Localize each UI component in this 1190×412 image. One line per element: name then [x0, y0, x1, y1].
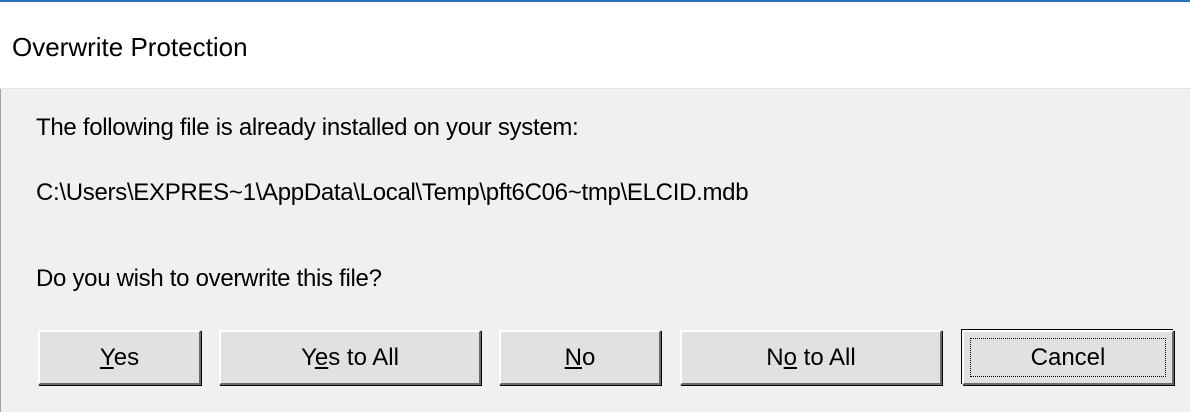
no-button-label: No — [565, 344, 596, 372]
overwrite-question: Do you wish to overwrite this file? — [36, 265, 382, 292]
label-part: N — [766, 343, 784, 371]
window-title: Overwrite Protection — [12, 32, 248, 62]
yes-to-all-button-label: Yes to All — [301, 344, 399, 372]
message-line: The following file is already installed … — [36, 114, 579, 141]
mnemonic-letter: Y — [99, 343, 114, 371]
label-part: s to All — [328, 343, 399, 371]
label-part: to All — [797, 343, 856, 371]
mnemonic-letter: e — [314, 343, 329, 371]
file-path: C:\Users\EXPRES~1\AppData\Local\Temp\pft… — [36, 179, 749, 206]
yes-button-label: Yes — [100, 344, 139, 372]
cancel-button[interactable]: Cancel — [962, 330, 1174, 385]
yes-button[interactable]: Yes — [38, 330, 201, 385]
label-part: es — [113, 343, 140, 371]
no-to-all-button[interactable]: No to All — [680, 330, 942, 385]
yes-to-all-button[interactable]: Yes to All — [219, 330, 481, 385]
label-part: o — [581, 343, 596, 371]
cancel-button-label: Cancel — [1030, 343, 1106, 371]
overwrite-protection-dialog: Overwrite Protection The following file … — [0, 0, 1190, 412]
mnemonic-letter: N — [564, 343, 582, 371]
label-part: Y — [301, 343, 315, 371]
title-bar[interactable]: Overwrite Protection — [0, 2, 1190, 89]
mnemonic-letter: o — [783, 343, 797, 371]
no-to-all-button-label: No to All — [766, 344, 855, 372]
no-button[interactable]: No — [499, 330, 661, 385]
